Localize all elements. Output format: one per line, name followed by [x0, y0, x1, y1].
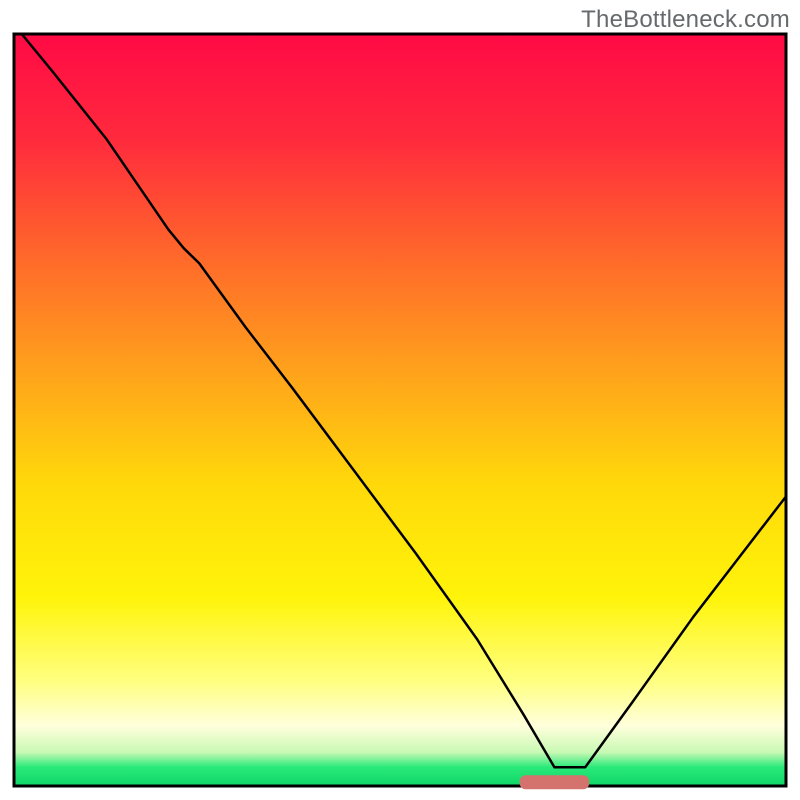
sweet-spot-marker [520, 775, 589, 789]
watermark-label: TheBottleneck.com [581, 6, 790, 34]
bottleneck-chart [0, 0, 800, 800]
plot-background [14, 34, 786, 786]
chart-container: TheBottleneck.com [0, 0, 800, 800]
